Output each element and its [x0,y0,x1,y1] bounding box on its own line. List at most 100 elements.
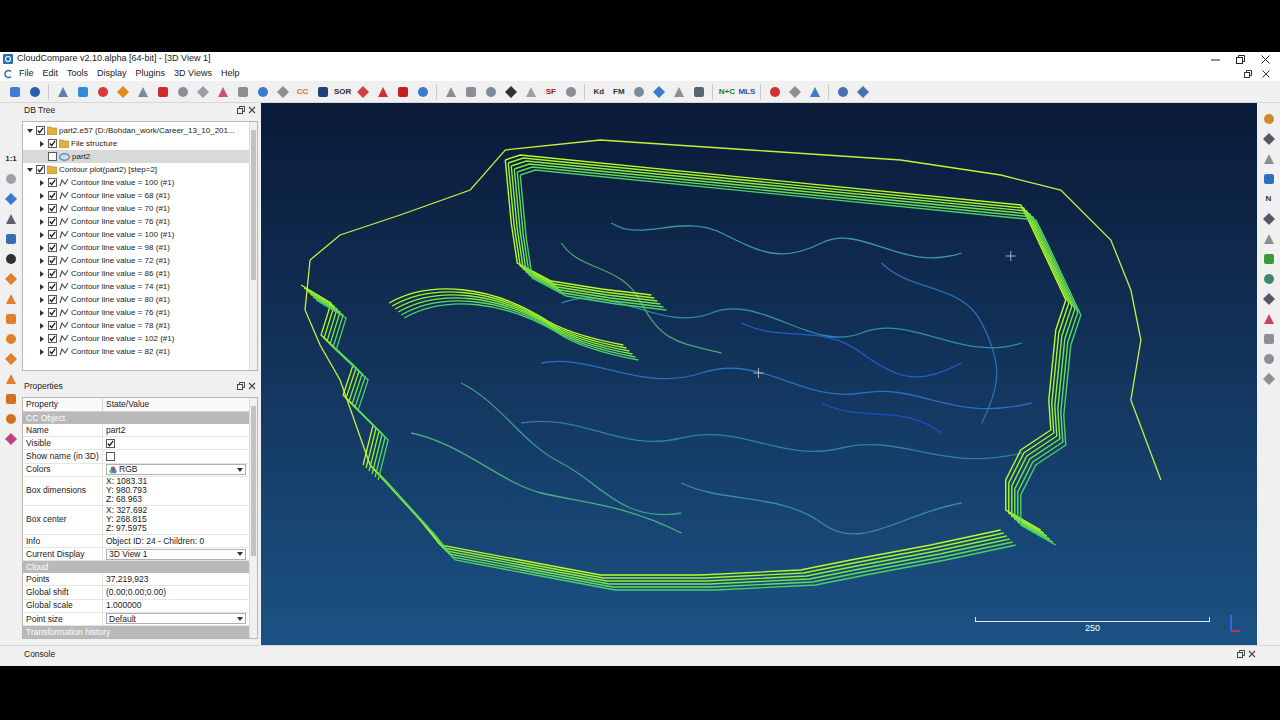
tool-icon[interactable] [1262,252,1276,266]
property-value[interactable]: Default [103,613,249,625]
tree-checkbox[interactable] [48,321,57,330]
tool-button[interactable] [253,82,272,101]
tree-item[interactable]: Contour line value = 98 (#1) [23,241,249,254]
tool-button[interactable] [353,82,372,101]
tool-button[interactable] [1259,289,1278,308]
tool-icon[interactable] [276,85,290,99]
tool-icon[interactable] [4,432,18,446]
tool-icon[interactable] [1262,292,1276,306]
restore-icon[interactable] [1236,55,1245,64]
tool-icon[interactable] [692,85,706,99]
tool-icon[interactable] [4,412,18,426]
tool-icon[interactable] [672,85,686,99]
expand-arrow[interactable] [38,205,46,213]
tool-button[interactable] [53,82,72,101]
tree-item[interactable]: File structure [23,137,249,150]
tool-icon[interactable] [4,272,18,286]
tree-checkbox[interactable] [48,269,57,278]
tool-button[interactable]: Kd [589,82,608,101]
tool-button[interactable] [2,269,21,288]
tool-button[interactable] [153,82,172,101]
tool-icon[interactable] [484,85,498,99]
float-icon[interactable] [1237,650,1245,658]
expand-arrow[interactable] [38,192,46,200]
minimize-icon[interactable] [1211,55,1220,64]
tool-button[interactable] [113,82,132,101]
tool-button[interactable] [1259,169,1278,188]
property-value[interactable] [103,450,249,462]
tool-icon[interactable] [856,85,870,99]
tool-button[interactable]: 1:1 [2,149,21,168]
tool-button[interactable]: N [1259,189,1278,208]
column-header[interactable]: Property [23,398,103,411]
tool-icon[interactable] [316,85,330,99]
tree-item[interactable]: Contour line value = 70 (#1) [23,202,249,215]
tool-button[interactable] [441,82,460,101]
tree-item[interactable]: Contour line value = 76 (#1) [23,306,249,319]
tool-button[interactable] [273,82,292,101]
tool-button[interactable] [1259,349,1278,368]
tool-icon[interactable] [464,85,478,99]
tree-item[interactable]: Contour line value = 74 (#1) [23,280,249,293]
combo-box[interactable]: RGB [106,464,246,475]
tree-item[interactable]: Contour line value = 86 (#1) [23,267,249,280]
tree-checkbox[interactable] [48,191,57,200]
tool-icon[interactable] [1262,152,1276,166]
tool-icon[interactable] [524,85,538,99]
tree-checkbox[interactable] [48,243,57,252]
tool-icon[interactable] [376,85,390,99]
close-icon[interactable] [1248,650,1256,658]
expand-arrow[interactable] [38,270,46,278]
tool-button[interactable] [1259,229,1278,248]
title-bar[interactable]: CloudCompare v2.10.alpha [64-bit] - [3D … [0,52,1280,66]
tree-checkbox[interactable] [48,347,57,356]
tree-checkbox[interactable] [48,230,57,239]
tool-button[interactable]: SOR [333,82,352,101]
float-icon[interactable] [237,382,245,390]
tool-button[interactable] [1259,209,1278,228]
tool-icon[interactable] [1262,332,1276,346]
tool-button[interactable]: MLS [737,82,756,101]
restore-icon[interactable] [1244,70,1252,78]
console-bar[interactable]: Console [0,645,1280,662]
property-checkbox[interactable] [106,439,115,448]
tool-icon[interactable] [76,85,90,99]
tool-button[interactable] [5,82,24,101]
tool-icon[interactable] [504,85,518,99]
tool-button[interactable] [193,82,212,101]
tool-icon[interactable] [836,85,850,99]
tool-icon[interactable] [196,85,210,99]
tree-item[interactable]: Contour line value = 72 (#1) [23,254,249,267]
tool-icon[interactable] [1262,112,1276,126]
tree-item[interactable]: part2.e57 (D:/Bohdan_work/Career_13_10_2… [23,124,249,137]
tool-button[interactable] [313,82,332,101]
tree-item[interactable]: part2 [23,150,249,163]
tool-button[interactable] [1259,129,1278,148]
tree-checkbox[interactable] [48,152,57,161]
tool-button[interactable] [73,82,92,101]
tool-button[interactable]: SF [541,82,560,101]
property-checkbox[interactable] [106,452,115,461]
tool-button[interactable] [2,349,21,368]
tool-icon[interactable] [116,85,130,99]
tree-checkbox[interactable] [36,165,45,174]
tool-button[interactable] [2,289,21,308]
tool-icon[interactable] [1262,372,1276,386]
tree-item[interactable]: Contour line value = 78 (#1) [23,319,249,332]
tree-checkbox[interactable] [36,126,45,135]
expand-arrow[interactable] [38,348,46,356]
tool-button[interactable] [853,82,872,101]
scrollbar[interactable] [249,398,257,638]
tool-icon[interactable] [4,192,18,206]
tool-button[interactable] [501,82,520,101]
close-icon[interactable] [248,382,256,390]
tool-button[interactable] [233,82,252,101]
tool-button[interactable] [521,82,540,101]
tree-checkbox[interactable] [48,282,57,291]
tool-button[interactable] [1259,149,1278,168]
scrollbar-thumb[interactable] [251,406,256,556]
tool-icon[interactable] [4,172,18,186]
tree-checkbox[interactable] [48,217,57,226]
property-value[interactable] [103,437,249,449]
menu-item[interactable]: Tools [67,67,88,81]
